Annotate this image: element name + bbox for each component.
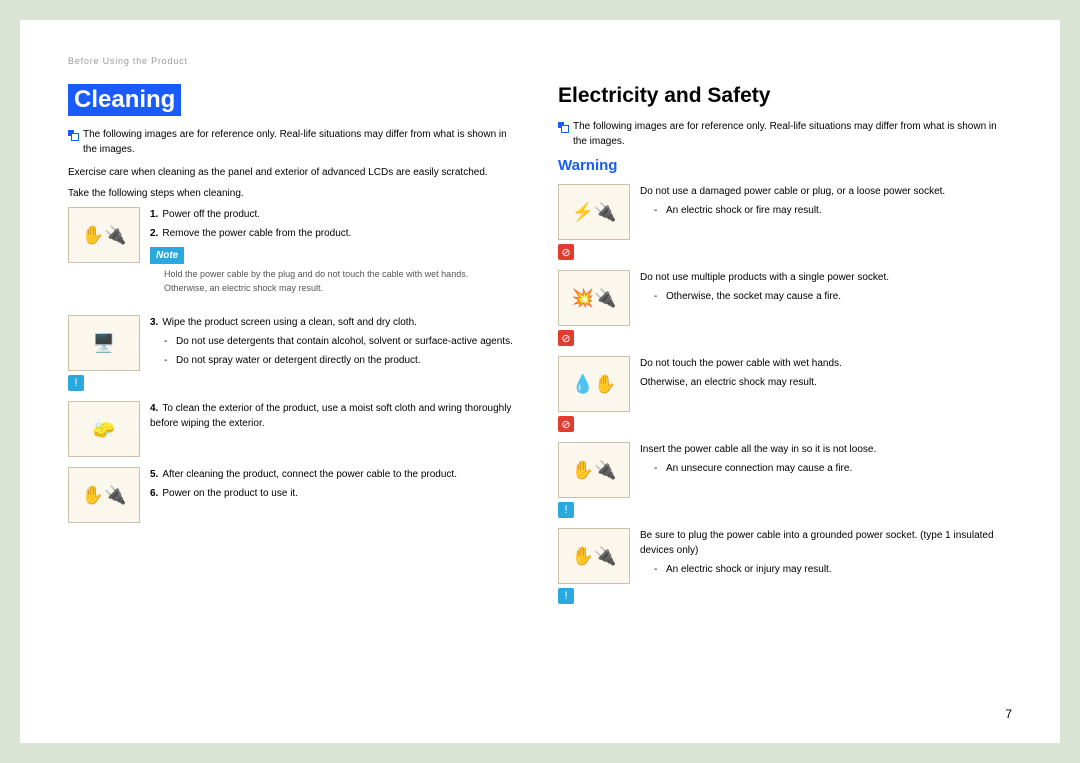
step-1: 1.Power off the product. — [150, 207, 522, 222]
page-number: 7 — [1005, 707, 1012, 721]
reference-note-text: The following images are for reference o… — [83, 128, 522, 157]
safety-block-2: 💥🔌 ⊘ Do not use multiple products with a… — [558, 270, 1012, 346]
cleaning-step-block-1: ✋🔌 1.Power off the product. 2.Remove the… — [68, 207, 522, 305]
cleaning-step-block-4: ✋🔌 5.After cleaning the product, connect… — [68, 467, 522, 523]
cleaning-step-block-2: 🖥️ ! 3.Wipe the product screen using a c… — [68, 315, 522, 391]
electricity-safety-heading: Electricity and Safety — [558, 84, 1012, 108]
breadcrumb: Before Using the Product — [68, 56, 1012, 66]
reference-note-right: The following images are for reference o… — [558, 120, 1012, 149]
safety-4-sub: ‑An unsecure connection may cause a fire… — [654, 461, 1012, 476]
prohibit-badge-icon: ⊘ — [558, 330, 574, 346]
cleaning-heading: Cleaning — [68, 84, 181, 116]
safety-5-text: Be sure to plug the power cable into a g… — [640, 528, 1012, 558]
bullet-icon — [68, 130, 77, 139]
warning-heading: Warning — [558, 157, 1012, 174]
left-column: Cleaning The following images are for re… — [68, 84, 522, 614]
cleaning-step-block-3: 🧽 4.To clean the exterior of the product… — [68, 401, 522, 457]
info-badge-icon: ! — [68, 375, 84, 391]
illustration-wet-hands-icon: 💧✋ — [558, 356, 630, 412]
illustration-unplug-icon: ✋🔌 — [68, 207, 140, 263]
step-3-sub-2: ‑Do not spray water or detergent directl… — [164, 353, 522, 368]
illustration-damaged-cable-icon: ⚡🔌 — [558, 184, 630, 240]
note-badge: Note — [150, 247, 184, 264]
two-column-layout: Cleaning The following images are for re… — [68, 84, 1012, 614]
bullet-icon — [558, 122, 567, 131]
safety-2-sub: ‑Otherwise, the socket may cause a fire. — [654, 289, 1012, 304]
reference-note: The following images are for reference o… — [68, 128, 522, 157]
safety-4-text: Insert the power cable all the way in so… — [640, 442, 1012, 457]
info-badge-icon: ! — [558, 588, 574, 604]
illustration-wipe-screen-icon: 🖥️ — [68, 315, 140, 371]
step-3: 3.Wipe the product screen using a clean,… — [150, 315, 522, 330]
reference-note-right-text: The following images are for reference o… — [573, 120, 1012, 149]
safety-5-sub: ‑An electric shock or injury may result. — [654, 562, 1012, 577]
info-badge-icon: ! — [558, 502, 574, 518]
step-3-sub-1: ‑Do not use detergents that contain alco… — [164, 334, 522, 349]
illustration-wipe-exterior-icon: 🧽 — [68, 401, 140, 457]
step-5: 5.After cleaning the product, connect th… — [150, 467, 522, 482]
illustration-insert-plug-icon: ✋🔌 — [558, 442, 630, 498]
manual-page: Before Using the Product Cleaning The fo… — [20, 20, 1060, 743]
safety-block-5: ✋🔌 ! Be sure to plug the power cable int… — [558, 528, 1012, 604]
safety-2-text: Do not use multiple products with a sing… — [640, 270, 1012, 285]
prohibit-badge-icon: ⊘ — [558, 416, 574, 432]
illustration-grounded-socket-icon: ✋🔌 — [558, 528, 630, 584]
step-4: 4.To clean the exterior of the product, … — [150, 401, 522, 431]
safety-1-text: Do not use a damaged power cable or plug… — [640, 184, 1012, 199]
step-6: 6.Power on the product to use it. — [150, 486, 522, 501]
illustration-overload-socket-icon: 💥🔌 — [558, 270, 630, 326]
safety-block-3: 💧✋ ⊘ Do not touch the power cable with w… — [558, 356, 1012, 432]
safety-1-sub: ‑An electric shock or fire may result. — [654, 203, 1012, 218]
prohibit-badge-icon: ⊘ — [558, 244, 574, 260]
note-badge-row: Note — [150, 247, 522, 264]
intro-para-2: Take the following steps when cleaning. — [68, 186, 522, 201]
safety-3-text-2: Otherwise, an electric shock may result. — [640, 375, 1012, 390]
step-2: 2.Remove the power cable from the produc… — [150, 226, 522, 241]
intro-para-1: Exercise care when cleaning as the panel… — [68, 165, 522, 180]
safety-block-4: ✋🔌 ! Insert the power cable all the way … — [558, 442, 1012, 518]
safety-block-1: ⚡🔌 ⊘ Do not use a damaged power cable or… — [558, 184, 1012, 260]
right-column: Electricity and Safety The following ima… — [558, 84, 1012, 614]
safety-3-text-1: Do not touch the power cable with wet ha… — [640, 356, 1012, 371]
note-text: Hold the power cable by the plug and do … — [164, 268, 522, 295]
illustration-plug-in-icon: ✋🔌 — [68, 467, 140, 523]
